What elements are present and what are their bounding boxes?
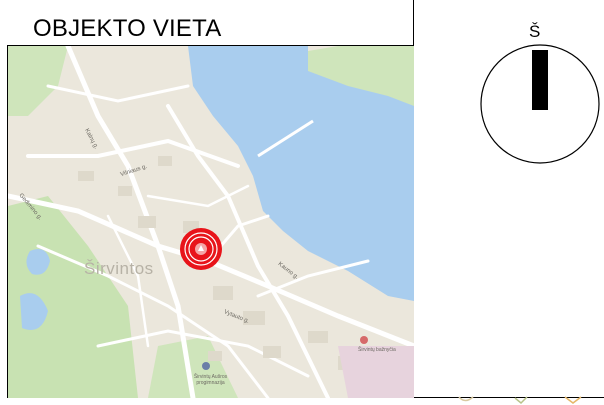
map-canvas: [8, 46, 414, 398]
title-box: OBJEKTO VIETA: [7, 0, 414, 46]
school-icon[interactable]: [202, 362, 210, 370]
poi-label-school: Širvintų Aušros progimnazija: [193, 374, 228, 386]
town-label: Širvintos: [84, 259, 154, 278]
location-map[interactable]: Širvintos Kalnų g. Vilniaus g. Gedimino …: [8, 46, 414, 398]
page-title: OBJEKTO VIETA: [33, 15, 222, 42]
cropped-logo: [458, 396, 582, 405]
district-area: [338, 346, 414, 398]
compass-north-label: Š: [529, 22, 541, 41]
north-arrow-icon: [480, 44, 600, 164]
poi-label-church: Širvintų bažnyčia: [358, 347, 396, 353]
church-icon[interactable]: [360, 336, 368, 344]
location-marker[interactable]: [180, 228, 222, 270]
